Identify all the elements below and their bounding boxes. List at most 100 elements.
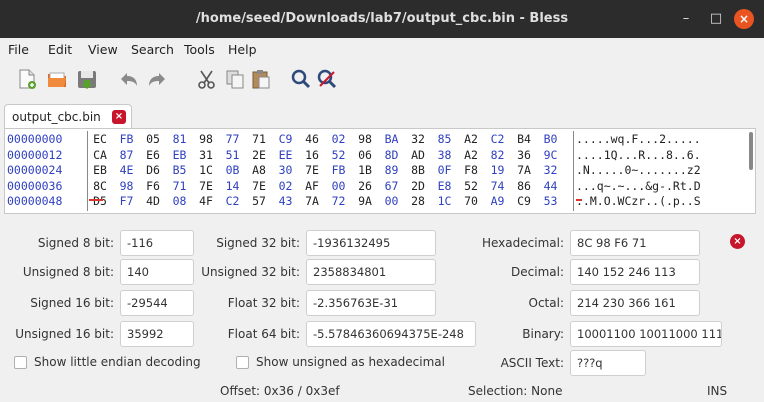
float64-field[interactable]: -5.57846360694375E-248 <box>306 321 476 347</box>
hex-byte[interactable]: FB <box>118 132 136 147</box>
hex-byte[interactable]: 1C <box>197 163 215 178</box>
hex-byte[interactable]: C2 <box>489 132 507 147</box>
hex-byte[interactable]: C9 <box>277 132 295 147</box>
hex-byte[interactable]: 28 <box>409 194 427 209</box>
find-replace-icon[interactable] <box>316 68 338 90</box>
hex-byte[interactable]: 19 <box>489 163 507 178</box>
hex-byte[interactable]: 77 <box>224 132 242 147</box>
hex-byte[interactable]: 2E <box>250 148 268 163</box>
hex-byte[interactable]: 52 <box>462 179 480 194</box>
open-folder-icon[interactable] <box>46 68 68 90</box>
menu-help[interactable]: Help <box>228 42 257 57</box>
hex-byte[interactable]: A2 <box>462 132 480 147</box>
binary-field[interactable]: 10001100 10011000 111 <box>570 321 722 347</box>
hex-byte[interactable]: 72 <box>330 194 348 209</box>
hex-byte[interactable]: E8 <box>436 179 454 194</box>
hex-byte[interactable]: C2 <box>224 194 242 209</box>
hex-byte[interactable]: 9A <box>356 194 374 209</box>
hex-byte[interactable]: CA <box>91 148 109 163</box>
close-window-button[interactable]: × <box>734 9 754 29</box>
hex-byte[interactable]: AD <box>409 148 427 163</box>
hex-byte[interactable]: 8B <box>409 163 427 178</box>
undo-icon[interactable] <box>118 68 140 90</box>
hex-byte[interactable]: 89 <box>383 163 401 178</box>
hex-byte[interactable]: 26 <box>356 179 374 194</box>
hex-byte[interactable]: AF <box>303 179 321 194</box>
vertical-scrollbar[interactable] <box>749 132 753 170</box>
hex-byte[interactable]: 16 <box>303 148 321 163</box>
hex-byte[interactable]: B0 <box>542 132 560 147</box>
hex-byte[interactable]: 38 <box>436 148 454 163</box>
hex-byte[interactable]: 44 <box>542 179 560 194</box>
signed16-field[interactable]: -29544 <box>120 290 194 316</box>
hex-byte[interactable]: D5 <box>91 194 109 209</box>
ascii-column[interactable]: ....1Q...R...8..6. <box>576 148 701 163</box>
hex-byte[interactable]: 02 <box>330 132 348 147</box>
hex-byte[interactable]: 74 <box>489 179 507 194</box>
hex-byte[interactable]: D6 <box>144 163 162 178</box>
hex-byte[interactable]: 87 <box>118 148 136 163</box>
hex-byte[interactable]: 1C <box>436 194 454 209</box>
hex-byte[interactable]: 52 <box>330 148 348 163</box>
tab-output-cbc[interactable]: output_cbc.bin × <box>4 104 132 130</box>
panel-close-icon[interactable]: × <box>730 234 745 249</box>
hex-byte[interactable]: F8 <box>462 163 480 178</box>
hex-byte[interactable]: BA <box>383 132 401 147</box>
hex-byte[interactable]: 32 <box>409 132 427 147</box>
hex-byte[interactable]: 86 <box>515 179 533 194</box>
hex-byte[interactable]: 32 <box>542 163 560 178</box>
menu-tools[interactable]: Tools <box>184 42 215 57</box>
hex-byte[interactable]: 67 <box>383 179 401 194</box>
hex-byte[interactable]: 98 <box>118 179 136 194</box>
hex-byte[interactable]: 8C <box>91 179 109 194</box>
hex-byte[interactable]: 7A <box>303 194 321 209</box>
hex-byte[interactable]: 1B <box>356 163 374 178</box>
decimal-field[interactable]: 140 152 246 113 <box>570 259 700 285</box>
unsigned-hex-checkbox[interactable] <box>236 356 249 369</box>
hex-byte[interactable]: 36 <box>515 148 533 163</box>
hex-byte[interactable]: 51 <box>224 148 242 163</box>
hex-byte[interactable]: 53 <box>542 194 560 209</box>
hex-byte[interactable]: 30 <box>277 163 295 178</box>
hex-byte[interactable]: 98 <box>356 132 374 147</box>
hex-byte[interactable]: 7E <box>303 163 321 178</box>
maximize-button[interactable]: □ <box>706 9 726 29</box>
signed32-field[interactable]: -1936132495 <box>306 230 436 256</box>
hex-byte[interactable]: 85 <box>436 132 454 147</box>
hex-byte[interactable]: E6 <box>144 148 162 163</box>
save-icon[interactable] <box>76 68 98 90</box>
hex-byte[interactable]: 02 <box>277 179 295 194</box>
hex-byte[interactable]: 8D <box>383 148 401 163</box>
redo-icon[interactable] <box>146 68 168 90</box>
hex-byte[interactable]: 00 <box>383 194 401 209</box>
hex-byte[interactable]: 46 <box>303 132 321 147</box>
hex-byte[interactable]: 82 <box>489 148 507 163</box>
tab-close-icon[interactable]: × <box>112 110 126 124</box>
hex-byte[interactable]: 0F <box>436 163 454 178</box>
ascii-text-field[interactable]: ???q <box>570 350 646 376</box>
menu-edit[interactable]: Edit <box>48 42 72 57</box>
find-icon[interactable] <box>290 68 312 90</box>
hex-byte[interactable]: 71 <box>171 179 189 194</box>
menu-search[interactable]: Search <box>131 42 174 57</box>
hex-byte[interactable]: 70 <box>462 194 480 209</box>
hex-byte[interactable]: 06 <box>356 148 374 163</box>
copy-icon[interactable] <box>224 68 246 90</box>
hex-byte[interactable]: 31 <box>197 148 215 163</box>
hex-byte[interactable]: A8 <box>250 163 268 178</box>
hex-byte[interactable]: 7E <box>250 179 268 194</box>
unsigned8-field[interactable]: 140 <box>120 259 194 285</box>
hex-byte[interactable]: 14 <box>224 179 242 194</box>
hex-byte[interactable]: 7A <box>515 163 533 178</box>
hex-byte[interactable]: 05 <box>144 132 162 147</box>
hex-byte[interactable]: 0B <box>224 163 242 178</box>
paste-icon[interactable] <box>250 68 272 90</box>
hex-byte[interactable]: 57 <box>250 194 268 209</box>
hex-byte[interactable]: EC <box>91 132 109 147</box>
hex-byte[interactable]: 4F <box>197 194 215 209</box>
float32-field[interactable]: -2.356763E-31 <box>306 290 436 316</box>
hex-byte[interactable]: EE <box>277 148 295 163</box>
hex-byte[interactable]: B4 <box>515 132 533 147</box>
hex-byte[interactable]: 2D <box>409 179 427 194</box>
ascii-column[interactable]: ...q~.~...&g-.Rt.D <box>576 179 701 194</box>
